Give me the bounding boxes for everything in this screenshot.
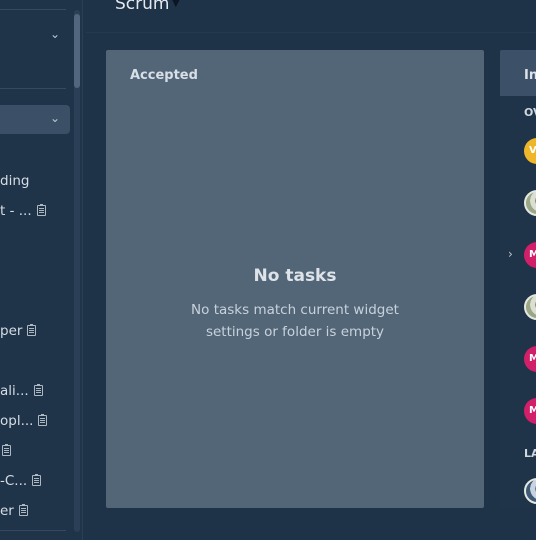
header-divider xyxy=(86,32,536,33)
group-label: LA xyxy=(524,447,536,460)
document-icon xyxy=(38,414,48,426)
avatar-initial: M xyxy=(529,249,536,260)
sidebar-item-label: t - ... xyxy=(0,203,32,219)
avatar-initial: V xyxy=(529,145,536,156)
sidebar-item[interactable]: opl... xyxy=(0,411,48,431)
sidebar-divider xyxy=(0,9,66,10)
sidebar: ⌄ ⌄ ding t - ... per ali... opl... -C...… xyxy=(0,0,83,540)
caret-down-icon[interactable]: ▼ xyxy=(172,0,180,9)
document-icon xyxy=(27,324,37,336)
sidebar-divider xyxy=(0,530,66,531)
document-icon xyxy=(2,444,11,456)
sidebar-item[interactable]: ding xyxy=(0,171,29,191)
sidebar-item-label: er xyxy=(0,503,14,519)
widget-title: Accepted xyxy=(130,68,198,83)
sidebar-item[interactable]: ali... xyxy=(0,381,43,401)
sidebar-item-label: ali... xyxy=(0,383,29,399)
sidebar-scrollbar-track[interactable] xyxy=(74,10,80,532)
sidebar-item[interactable]: t - ... xyxy=(0,201,46,221)
sidebar-item[interactable] xyxy=(0,441,11,461)
empty-state-message: No tasks match current widget settings o… xyxy=(191,302,399,340)
sidebar-item[interactable]: per xyxy=(0,321,37,341)
widget-header: In xyxy=(500,50,536,96)
document-icon xyxy=(36,204,46,216)
document-icon xyxy=(18,504,28,516)
chevron-down-icon[interactable]: ⌄ xyxy=(50,111,60,125)
sidebar-item[interactable]: er xyxy=(0,501,28,521)
document-icon xyxy=(32,474,42,486)
group-label: OV xyxy=(524,106,536,119)
dashboard-title[interactable]: Scrum xyxy=(115,0,169,14)
widget-in-progress: In OV LA xyxy=(500,50,536,508)
widget-title: In xyxy=(524,68,536,83)
chevron-right-icon[interactable]: › xyxy=(508,247,513,261)
sidebar-item-label: per xyxy=(0,323,23,339)
chevron-down-icon[interactable]: ⌄ xyxy=(50,27,60,41)
sidebar-item[interactable]: -C... xyxy=(0,471,42,491)
empty-state-title: No tasks xyxy=(253,266,337,286)
avatar-initial: M xyxy=(529,353,536,364)
sidebar-divider xyxy=(0,88,66,89)
sidebar-item-label: -C... xyxy=(0,473,28,489)
sidebar-item-label: opl... xyxy=(0,413,34,429)
document-icon xyxy=(33,384,43,396)
avatar-initial: M xyxy=(529,405,536,416)
widget-accepted: Accepted No tasks No tasks match current… xyxy=(106,50,484,508)
sidebar-scrollbar-thumb[interactable] xyxy=(74,14,80,88)
sidebar-space-select[interactable]: ⌄ xyxy=(0,105,70,134)
sidebar-item-label: ding xyxy=(0,173,30,189)
